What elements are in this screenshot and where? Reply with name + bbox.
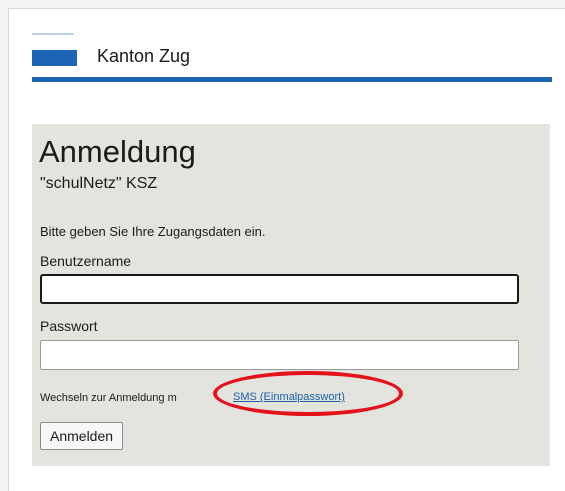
page-frame: Kanton Zug Anmeldung "schulNetz" KSZ Bit… xyxy=(8,8,565,491)
org-name: Kanton Zug xyxy=(97,46,191,66)
password-input[interactable] xyxy=(40,340,519,370)
login-panel: Anmeldung "schulNetz" KSZ Bitte geben Si… xyxy=(32,124,550,466)
sms-login-link[interactable]: SMS (Einmalpasswort) xyxy=(233,391,345,403)
password-label: Passwort xyxy=(40,318,98,334)
switch-login-text: Wechseln zur Anmeldung m xyxy=(40,392,177,404)
username-label: Benutzername xyxy=(40,253,132,269)
login-button[interactable]: Anmelden xyxy=(40,422,124,450)
username-input[interactable] xyxy=(40,274,519,304)
header-divider xyxy=(32,77,552,82)
login-instruction: Bitte geben Sie Ihre Zugangsdaten ein. xyxy=(40,224,266,239)
header-accent-line xyxy=(32,33,74,35)
page-subtitle: "schulNetz" KSZ xyxy=(40,175,158,192)
kanton-logo-bar xyxy=(32,50,77,66)
page-title: Anmeldung xyxy=(39,134,196,169)
